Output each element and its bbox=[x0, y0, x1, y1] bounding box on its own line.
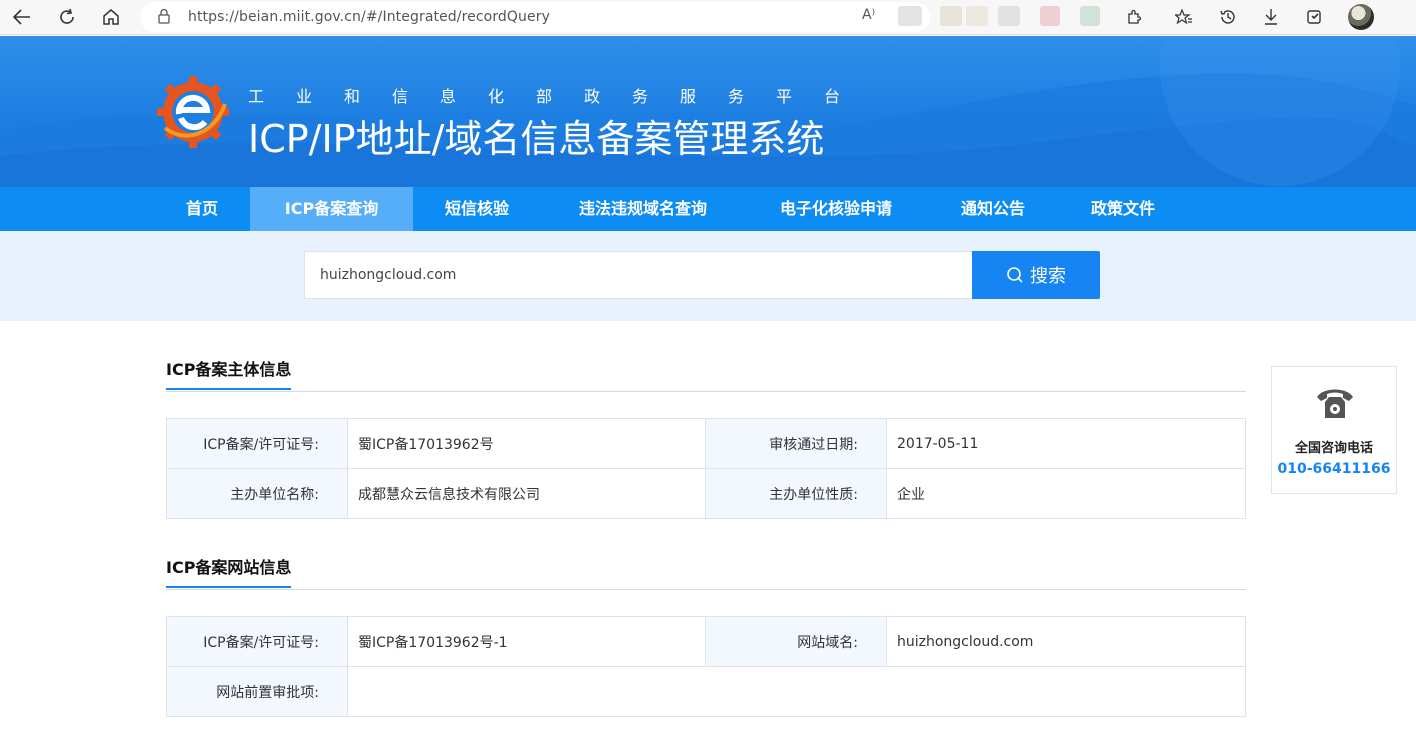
download-icon[interactable] bbox=[1257, 4, 1285, 30]
nav-item-home[interactable]: 首页 bbox=[166, 187, 238, 231]
pre-approval-value bbox=[347, 666, 1246, 717]
blurred-extension bbox=[998, 6, 1020, 26]
nav-item-icp-query[interactable]: ICP备案查询 bbox=[250, 187, 413, 231]
domain-label: 网站域名: bbox=[705, 616, 887, 667]
license-value: 蜀ICP备17013962号 bbox=[347, 418, 706, 469]
nav-item-notices[interactable]: 通知公告 bbox=[940, 187, 1046, 231]
section-divider bbox=[166, 391, 1246, 392]
search-icon bbox=[1007, 267, 1023, 283]
search-button-label: 搜索 bbox=[1030, 266, 1066, 287]
approval-date-value: 2017-05-11 bbox=[886, 418, 1246, 469]
table-row: ICP备案/许可证号: 蜀ICP备17013962号 审核通过日期: 2017-… bbox=[166, 418, 1246, 469]
nav-item-sms-verify[interactable]: 短信核验 bbox=[426, 187, 528, 231]
telephone-icon bbox=[1317, 389, 1353, 418]
nav-item-electronic-verify[interactable]: 电子化核验申请 bbox=[760, 187, 912, 231]
blurred-extension bbox=[1080, 6, 1100, 26]
site-subtitle: 工业和信息化部政务服务平台 bbox=[248, 87, 873, 106]
website-info-table: ICP备案/许可证号: 蜀ICP备17013962号-1 网站域名: huizh… bbox=[166, 616, 1246, 717]
browser-toolbar: https://beian.miit.gov.cn/#/Integrated/r… bbox=[0, 0, 1416, 35]
site-license-label: ICP备案/许可证号: bbox=[166, 616, 348, 667]
blurred-extension bbox=[898, 6, 922, 26]
consult-phone-number: 010-66411166 bbox=[1277, 461, 1391, 477]
table-row: ICP备案/许可证号: 蜀ICP备17013962号-1 网站域名: huizh… bbox=[166, 616, 1246, 667]
section-divider bbox=[166, 589, 1246, 590]
blurred-extension bbox=[1040, 6, 1060, 26]
table-row: 网站前置审批项: bbox=[166, 666, 1246, 717]
subject-info-table: ICP备案/许可证号: 蜀ICP备17013962号 审核通过日期: 2017-… bbox=[166, 418, 1246, 519]
read-aloud-icon[interactable]: A⁾ bbox=[862, 7, 875, 23]
search-button[interactable]: 搜索 bbox=[972, 251, 1100, 299]
profile-avatar[interactable] bbox=[1348, 4, 1374, 30]
collections-icon[interactable] bbox=[1301, 4, 1329, 30]
nav-item-policy[interactable]: 政策文件 bbox=[1072, 187, 1174, 231]
consult-label: 全国咨询电话 bbox=[1294, 441, 1373, 456]
search-input[interactable] bbox=[305, 252, 972, 298]
lock-icon bbox=[158, 8, 170, 24]
organizer-name-label: 主办单位名称: bbox=[166, 468, 348, 519]
website-section-title: ICP备案网站信息 bbox=[166, 554, 292, 588]
pre-approval-label: 网站前置审批项: bbox=[166, 666, 348, 717]
organizer-type-value: 企业 bbox=[886, 468, 1246, 519]
nav-item-illegal-domain-query[interactable]: 违法违规域名查询 bbox=[556, 187, 730, 231]
address-bar[interactable]: https://beian.miit.gov.cn/#/Integrated/r… bbox=[140, 2, 930, 32]
miit-logo-icon bbox=[157, 76, 229, 148]
domain-value: huizhongcloud.com bbox=[886, 616, 1246, 667]
license-label: ICP备案/许可证号: bbox=[166, 418, 348, 469]
blurred-extension bbox=[966, 6, 988, 26]
subject-section-title: ICP备案主体信息 bbox=[166, 356, 292, 390]
main-nav: 首页 ICP备案查询 短信核验 违法违规域名查询 电子化核验申请 通知公告 政策… bbox=[0, 187, 1416, 231]
back-icon[interactable] bbox=[8, 4, 36, 30]
search-area: 搜索 bbox=[0, 231, 1416, 321]
organizer-type-label: 主办单位性质: bbox=[705, 468, 887, 519]
url-text: https://beian.miit.gov.cn/#/Integrated/r… bbox=[188, 9, 550, 25]
site-title: ICP/IP地址/域名信息备案管理系统 bbox=[248, 117, 825, 161]
favorites-icon[interactable] bbox=[1170, 4, 1198, 30]
history-icon[interactable] bbox=[1214, 4, 1242, 30]
blurred-extension bbox=[940, 6, 962, 26]
organizer-name-value: 成都慧众云信息技术有限公司 bbox=[347, 468, 706, 519]
extensions-icon[interactable] bbox=[1120, 4, 1148, 30]
site-header: 工业和信息化部政务服务平台 ICP/IP地址/域名信息备案管理系统 bbox=[0, 36, 1416, 187]
refresh-icon[interactable] bbox=[53, 4, 81, 30]
home-icon[interactable] bbox=[97, 4, 125, 30]
consult-phone-widget[interactable]: 全国咨询电话 010-66411166 bbox=[1271, 366, 1397, 494]
search-box bbox=[304, 251, 972, 299]
site-license-value: 蜀ICP备17013962号-1 bbox=[347, 616, 706, 667]
approval-date-label: 审核通过日期: bbox=[705, 418, 887, 469]
table-row: 主办单位名称: 成都慧众云信息技术有限公司 主办单位性质: 企业 bbox=[166, 468, 1246, 519]
